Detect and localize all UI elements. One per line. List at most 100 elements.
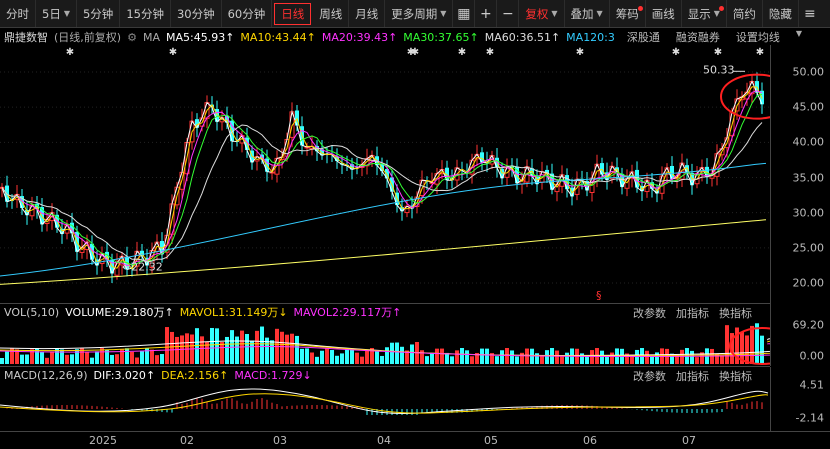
macd-histogram-bar	[46, 405, 48, 409]
legend-value: MAVOL1:31.149万↓	[180, 304, 288, 320]
price-chart[interactable]: ✱ ✱ ✱✱ ✱ ✱ ✱ ✱ ✱ ✱50.33←22.32§	[0, 45, 770, 307]
volume-bar	[650, 356, 654, 364]
volume-chart[interactable]	[0, 320, 770, 366]
draw-button[interactable]: 画线	[646, 0, 682, 27]
event-marker-icon[interactable]: ✱	[756, 47, 764, 58]
moving-average-line	[1, 93, 763, 266]
event-marker-icon[interactable]: ✱	[486, 47, 494, 58]
macd-histogram-bar	[741, 404, 743, 409]
toolbar: 分时 5日 ▼ 5分钟 15分钟 30分钟 60分钟 日线 周线 月线 更多周期 ▼ ▦ + − 复权…	[0, 0, 830, 28]
macd-histogram-bar	[286, 406, 288, 409]
volume-bar	[655, 352, 659, 364]
macd-histogram-bar	[311, 405, 313, 409]
chevron-down-icon: ▼	[63, 9, 70, 18]
period-tab-6[interactable]: 日线	[274, 2, 312, 25]
chips-button[interactable]: 筹码	[610, 0, 646, 27]
macd-histogram-bar	[406, 409, 408, 415]
minus-icon[interactable]: −	[497, 0, 520, 27]
volume-bar	[340, 353, 344, 364]
macd-histogram-bar	[76, 405, 78, 409]
event-marker-icon[interactable]: ✱	[66, 47, 74, 58]
period-tab-1[interactable]: 5日 ▼	[36, 0, 77, 27]
event-marker-icon[interactable]: ✱	[714, 47, 722, 58]
macd-histogram-bar	[621, 408, 623, 409]
adjust-button[interactable]: 复权 ▼	[519, 0, 565, 27]
panel-button[interactable]: 加指标	[676, 305, 709, 321]
hide-button[interactable]: 隐藏	[763, 0, 799, 27]
display-button[interactable]: 显示 ▼	[682, 0, 727, 27]
volume-bar	[315, 356, 319, 364]
macd-values: DIF:3.020↑ DEA:2.156↑ MACD:1.729↓	[94, 369, 318, 382]
legend-value-text: MAVOL1:31.149万	[179, 306, 279, 319]
period-tab-9[interactable]: 更多周期 ▼	[385, 0, 454, 27]
axis-tick-label: 30.00	[792, 206, 825, 220]
macd-histogram-bar	[281, 406, 283, 409]
panel-button[interactable]: 改参数	[633, 368, 666, 384]
panel-button[interactable]: 换指标	[719, 305, 752, 321]
axis-tick-label: 35.00	[792, 171, 825, 184]
period-tab-4[interactable]: 30分钟	[171, 0, 222, 27]
high-price-label: 50.33	[703, 64, 735, 77]
grid-icon[interactable]: ▦	[453, 0, 476, 27]
volume-bar	[485, 348, 489, 364]
draw-label: 画线	[651, 6, 675, 21]
macd-histogram-bar	[181, 403, 183, 409]
volume-bar	[280, 331, 284, 364]
volume-bar	[200, 336, 204, 364]
plus-icon[interactable]: +	[475, 0, 498, 27]
event-marker-icon[interactable]: ✱	[576, 47, 584, 58]
period-tab-0[interactable]: 分时	[0, 0, 36, 27]
overlay-button[interactable]: 叠加 ▼	[565, 0, 610, 27]
panel-button[interactable]: 设置均线	[736, 29, 780, 45]
macd-histogram-bar	[616, 407, 618, 409]
volume-bar	[755, 323, 759, 364]
macd-histogram-bar	[421, 409, 423, 413]
volume-bar	[20, 354, 24, 364]
macd-histogram-bar	[221, 400, 223, 409]
panel-button[interactable]: 改参数	[633, 305, 666, 321]
macd-chart[interactable]	[0, 383, 770, 431]
arrow-up-icon: ↑	[469, 30, 479, 44]
macd-histogram-bar	[386, 409, 388, 415]
volume-bar	[580, 353, 584, 364]
panel-button[interactable]: 换指标	[719, 368, 752, 384]
macd-histogram-bar	[681, 409, 683, 413]
volume-title: VOL(5,10)	[4, 305, 60, 319]
panel-button[interactable]: 融资融券	[676, 29, 720, 45]
event-marker-icon[interactable]: ✱	[411, 47, 419, 58]
event-marker-icon[interactable]: ✱	[672, 47, 680, 58]
macd-histogram-bar	[51, 405, 53, 409]
event-marker-icon[interactable]: ✱	[458, 47, 466, 58]
simple-button[interactable]: 简约	[727, 0, 763, 27]
volume-bar	[560, 356, 564, 364]
macd-histogram-bar	[731, 402, 733, 409]
more-icon[interactable]: ≡	[799, 0, 821, 27]
volume-bar	[165, 327, 169, 364]
macd-histogram-bar	[641, 409, 643, 411]
dea-line	[0, 393, 769, 414]
gear-icon[interactable]: ⚙	[127, 31, 137, 44]
legend-value-text: DEA:2.156	[161, 368, 220, 382]
date-tick-label: 03	[273, 434, 287, 447]
period-tab-7[interactable]: 周线	[313, 0, 350, 27]
volume-bar	[645, 350, 649, 364]
legend-value-text: DIF:3.020	[93, 368, 146, 382]
period-tab-8[interactable]: 月线	[349, 0, 386, 27]
volume-bar	[310, 352, 314, 364]
period-tab-5[interactable]: 60分钟	[222, 0, 273, 27]
marker-symbol[interactable]: §	[596, 289, 602, 302]
panel-button[interactable]: 深股通	[627, 29, 660, 45]
volume-bar	[565, 352, 569, 364]
volume-bar	[690, 350, 694, 364]
volume-bar	[430, 353, 434, 364]
period-tab-2[interactable]: 5分钟	[77, 0, 121, 27]
macd-histogram-bar	[271, 402, 273, 409]
macd-histogram-bar	[326, 405, 328, 409]
volume-bar	[100, 348, 104, 364]
period-tab-3[interactable]: 15分钟	[120, 0, 171, 27]
panel-button[interactable]: 加指标	[676, 368, 709, 384]
legend-value-text: MACD:1.729	[234, 368, 303, 382]
chevron-down-icon: ▼	[440, 9, 447, 18]
event-marker-icon[interactable]: ✱	[169, 47, 177, 58]
volume-bar	[510, 350, 514, 364]
